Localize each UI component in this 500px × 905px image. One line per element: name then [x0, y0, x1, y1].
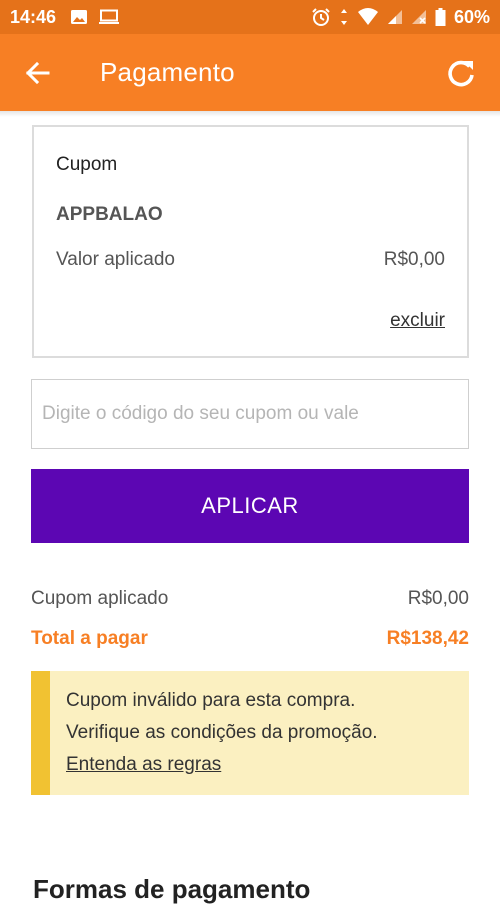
rules-link[interactable]: Entenda as regras — [66, 749, 221, 781]
app-bar-shadow — [0, 111, 500, 117]
signal-icon — [387, 9, 403, 25]
status-bar-left: 14:46 — [10, 7, 130, 28]
invalid-coupon-warning: Cupom inválido para esta compra. Verifiq… — [31, 671, 469, 795]
coupon-code: APPBALAO — [56, 204, 163, 225]
remove-coupon-link[interactable]: excluir — [390, 310, 445, 332]
coupon-code-input[interactable] — [31, 379, 469, 449]
refresh-button[interactable] — [444, 56, 478, 90]
warning-message-line1: Cupom inválido para esta compra. — [66, 690, 356, 711]
battery-icon — [435, 8, 446, 26]
applied-coupon-card: Cupom APPBALAO Valor aplicado R$0,00 exc… — [32, 125, 469, 358]
laptop-icon — [98, 9, 120, 25]
applied-amount-label: Valor aplicado — [56, 249, 176, 270]
warning-message-line2: Verifique as condições da promoção. — [66, 722, 378, 743]
page-title: Pagamento — [100, 57, 235, 87]
status-bar-right: 60% — [309, 7, 490, 28]
refresh-icon — [448, 60, 474, 87]
signal-icon — [411, 9, 427, 25]
battery-percentage: 60% — [453, 6, 490, 27]
summary-coupon-row: Cupom aplicado R$0,00 — [31, 588, 469, 610]
image-icon — [70, 9, 88, 25]
summary-coupon-value: R$0,00 — [407, 588, 469, 609]
back-button[interactable] — [22, 58, 52, 88]
total-value: R$138,42 — [386, 628, 469, 649]
apply-coupon-button[interactable]: APLICAR — [31, 469, 469, 543]
payment-methods-heading: Formas de pagamento — [33, 874, 311, 904]
arrow-left-icon — [25, 61, 50, 85]
summary-total-row: Total a pagar R$138,42 — [31, 628, 469, 650]
coupon-heading: Cupom — [56, 154, 118, 175]
app-bar: Pagamento — [0, 34, 500, 111]
alarm-icon — [311, 7, 331, 27]
data-arrows-icon — [339, 8, 349, 26]
wifi-icon — [357, 8, 379, 26]
applied-amount-value: R$0,00 — [383, 249, 445, 270]
status-bar: 14:46 60% — [0, 0, 500, 34]
summary-coupon-label: Cupom aplicado — [31, 588, 169, 609]
status-time: 14:46 — [10, 6, 57, 27]
total-label: Total a pagar — [31, 628, 148, 649]
